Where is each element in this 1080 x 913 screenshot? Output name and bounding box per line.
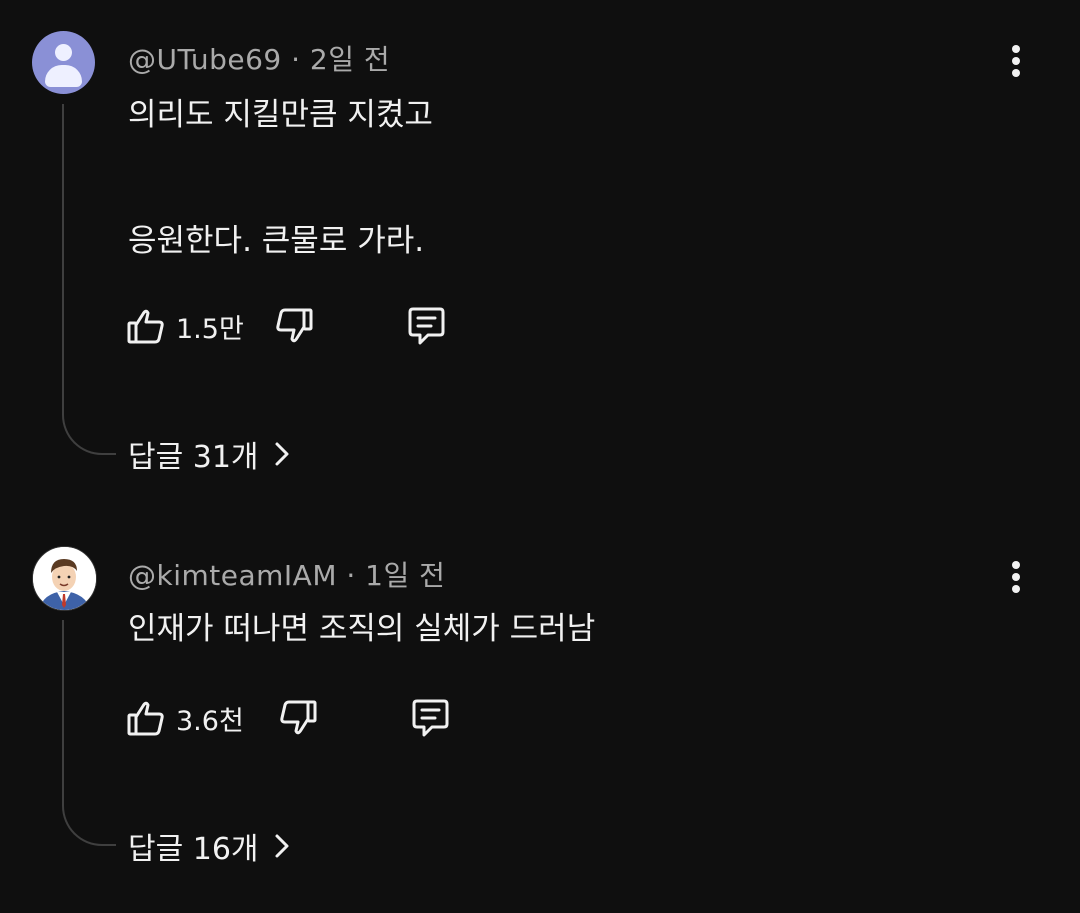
like-count: 3.6천: [176, 705, 244, 737]
comment-meta: @kimteamIAM · 1일 전: [128, 559, 446, 592]
avatar[interactable]: [32, 31, 95, 94]
replies-toggle[interactable]: 답글 31개: [128, 432, 291, 476]
chevron-right-icon: [275, 834, 289, 858]
replies-label: 답글 16개: [128, 832, 259, 867]
comment-meta: @UTube69 · 2일 전: [128, 43, 391, 76]
avatar[interactable]: [32, 546, 97, 611]
thumbs-down-icon: [280, 700, 317, 735]
thumbs-up-icon: [127, 309, 164, 344]
thread-curve: [62, 409, 116, 455]
chevron-right-icon: [275, 442, 289, 466]
thread-line: [62, 104, 64, 409]
comment-actions: 3.6천: [0, 694, 1080, 742]
comment-reply-icon: [408, 307, 445, 345]
dislike-button[interactable]: [274, 302, 314, 350]
thumbs-up-icon: [127, 701, 164, 736]
comment-text: 인재가 떠나면 조직의 실체가 드러남: [128, 611, 596, 647]
cartoon-businessman-icon: [33, 547, 96, 610]
reply-button[interactable]: [408, 694, 452, 742]
more-vertical-icon[interactable]: [1004, 559, 1028, 595]
replies-toggle[interactable]: 답글 16개: [128, 824, 291, 868]
like-button[interactable]: 1.5만: [126, 302, 244, 350]
like-button[interactable]: 3.6천: [126, 694, 244, 742]
dislike-button[interactable]: [278, 694, 318, 742]
comment-actions: 1.5만: [0, 302, 1080, 350]
comment-text: 의리도 지킬만큼 지켰고 응원한다. 큰물로 가라.: [128, 97, 433, 259]
reply-button[interactable]: [404, 302, 448, 350]
more-vertical-icon[interactable]: [1004, 43, 1028, 79]
like-count: 1.5만: [176, 313, 244, 345]
thread-curve: [62, 800, 116, 846]
thumbs-down-icon: [276, 308, 313, 343]
comment-reply-icon: [412, 699, 449, 737]
replies-label: 답글 31개: [128, 440, 259, 475]
